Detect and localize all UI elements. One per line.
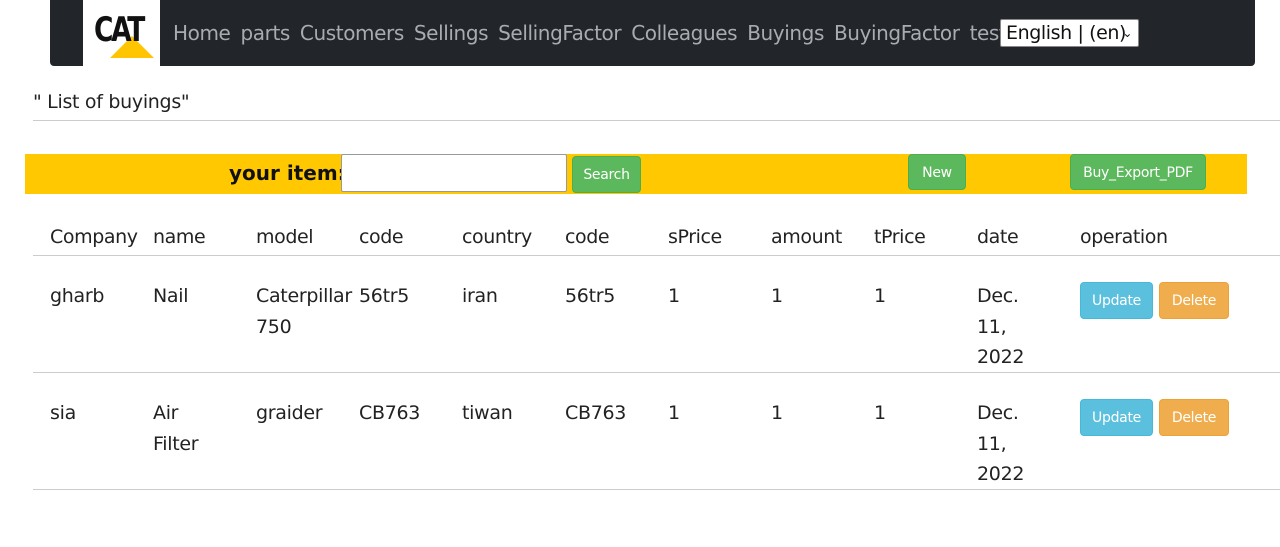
cell-company: gharb bbox=[50, 285, 105, 307]
language-select-value: English | (en) bbox=[1006, 22, 1127, 44]
cell-code: CB763 bbox=[359, 402, 421, 424]
header-sprice: sPrice bbox=[668, 226, 722, 248]
language-select[interactable]: English | (en) ⌄ bbox=[1000, 19, 1139, 47]
cell-date: Dec. 11, 2022 bbox=[977, 285, 1025, 368]
chevron-down-icon: ⌄ bbox=[1122, 26, 1132, 40]
header-model: model bbox=[256, 226, 314, 248]
nav-link-home[interactable]: Home bbox=[173, 20, 231, 46]
export-pdf-button[interactable]: Buy_Export_PDF bbox=[1070, 154, 1206, 190]
header-name: name bbox=[153, 226, 206, 248]
update-button[interactable]: Update bbox=[1080, 282, 1153, 319]
cell-tprice: 1 bbox=[874, 285, 886, 307]
cell-date: Dec. 11, 2022 bbox=[977, 402, 1025, 485]
header-company: Company bbox=[50, 226, 138, 248]
cell-name: Nail bbox=[153, 285, 189, 307]
nav-link-customers[interactable]: Customers bbox=[300, 20, 404, 46]
header-operation: operation bbox=[1080, 226, 1168, 248]
cell-sprice: 1 bbox=[668, 402, 680, 424]
cell-amount: 1 bbox=[771, 402, 783, 424]
search-bar: your item: Search New Buy_Export_PDF bbox=[25, 154, 1247, 194]
title-divider bbox=[33, 120, 1280, 121]
cell-model: graider bbox=[256, 402, 323, 424]
cell-company: sia bbox=[50, 402, 76, 424]
cat-logo[interactable]: CAT bbox=[83, 0, 160, 66]
nav-link-sellings[interactable]: Sellings bbox=[414, 20, 489, 46]
navbar: CAT Home parts Customers Sellings Sellin… bbox=[50, 0, 1255, 66]
table-header: Company name model code country code sPr… bbox=[33, 226, 1280, 256]
cell-code-2: 56tr5 bbox=[565, 285, 616, 307]
header-code: code bbox=[359, 226, 404, 248]
nav-link-selling-factor[interactable]: SellingFactor bbox=[498, 20, 621, 46]
page-title: " List of buyings" bbox=[33, 91, 190, 113]
new-button[interactable]: New bbox=[908, 154, 966, 190]
table-row: gharb Nail Caterpillar 750 56tr5 iran 56… bbox=[33, 256, 1280, 373]
cell-name: Air Filter bbox=[153, 402, 199, 455]
table-row: sia Air Filter graider CB763 tiwan CB763… bbox=[33, 373, 1280, 490]
header-country: country bbox=[462, 226, 532, 248]
search-button[interactable]: Search bbox=[572, 156, 641, 193]
nav-link-buyings[interactable]: Buyings bbox=[747, 20, 824, 46]
nav-link-parts[interactable]: parts bbox=[240, 20, 290, 46]
nav-links: Home parts Customers Sellings SellingFac… bbox=[173, 20, 1016, 46]
cell-country: iran bbox=[462, 285, 498, 307]
cell-amount: 1 bbox=[771, 285, 783, 307]
header-tprice: tPrice bbox=[874, 226, 926, 248]
cell-sprice: 1 bbox=[668, 285, 680, 307]
cell-model: Caterpillar 750 bbox=[256, 285, 352, 338]
search-input[interactable] bbox=[341, 154, 567, 192]
cell-tprice: 1 bbox=[874, 402, 886, 424]
delete-button[interactable]: Delete bbox=[1159, 282, 1229, 319]
nav-link-colleagues[interactable]: Colleagues bbox=[631, 20, 737, 46]
buyings-table: Company name model code country code sPr… bbox=[33, 226, 1280, 490]
delete-button[interactable]: Delete bbox=[1159, 399, 1229, 436]
cell-code-2: CB763 bbox=[565, 402, 627, 424]
header-code-2: code bbox=[565, 226, 610, 248]
logo-text: CAT bbox=[94, 10, 145, 50]
cell-country: tiwan bbox=[462, 402, 513, 424]
header-amount: amount bbox=[771, 226, 842, 248]
cell-code: 56tr5 bbox=[359, 285, 410, 307]
nav-link-buying-factor[interactable]: BuyingFactor bbox=[834, 20, 960, 46]
header-date: date bbox=[977, 226, 1019, 248]
search-label: your item: bbox=[229, 161, 346, 185]
update-button[interactable]: Update bbox=[1080, 399, 1153, 436]
